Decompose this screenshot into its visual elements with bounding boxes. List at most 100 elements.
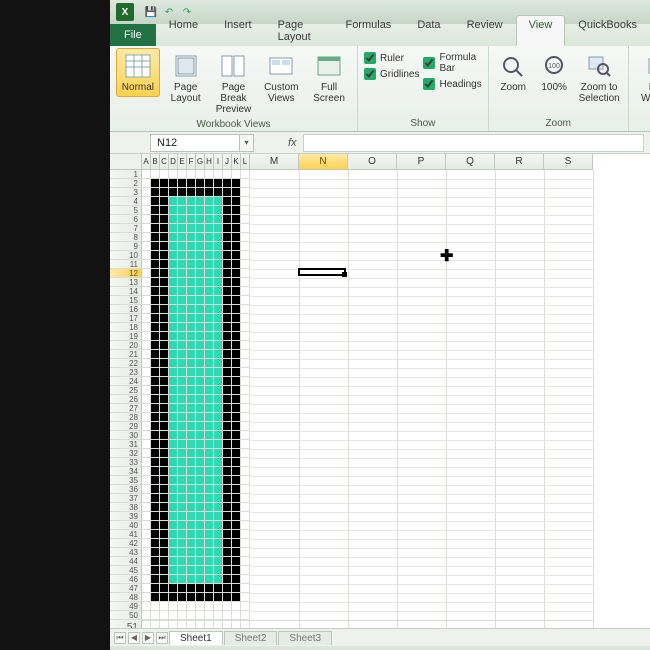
cell[interactable] (241, 413, 250, 422)
worksheet-grid[interactable]: ABCDEFGHIJKLMNOPQRS 12345678910111213141… (110, 154, 650, 628)
cell[interactable] (142, 395, 151, 404)
cell[interactable] (214, 170, 223, 179)
cell[interactable] (142, 593, 151, 602)
cell[interactable] (142, 242, 151, 251)
cell[interactable] (160, 557, 169, 566)
cell[interactable] (241, 386, 250, 395)
cell[interactable] (196, 521, 205, 530)
tab-review[interactable]: Review (454, 15, 516, 46)
cell[interactable] (178, 440, 187, 449)
cell[interactable] (232, 548, 241, 557)
cell[interactable] (223, 251, 232, 260)
cell[interactable] (214, 566, 223, 575)
cell[interactable] (160, 476, 169, 485)
cell[interactable] (169, 449, 178, 458)
cell[interactable] (169, 584, 178, 593)
cell[interactable] (223, 512, 232, 521)
cell[interactable] (223, 458, 232, 467)
cell[interactable] (187, 602, 196, 611)
cell[interactable] (160, 368, 169, 377)
cell[interactable] (187, 494, 196, 503)
cell[interactable] (214, 611, 223, 620)
cell[interactable] (178, 278, 187, 287)
cell[interactable] (160, 449, 169, 458)
tab-nav-next-icon[interactable]: ▶ (142, 632, 154, 644)
col-header[interactable]: C (160, 154, 169, 170)
cell[interactable] (205, 440, 214, 449)
cell[interactable] (223, 467, 232, 476)
cell[interactable] (169, 548, 178, 557)
cell[interactable] (205, 404, 214, 413)
cell[interactable] (169, 314, 178, 323)
cell[interactable] (232, 476, 241, 485)
cell[interactable] (241, 620, 250, 628)
cell[interactable] (223, 611, 232, 620)
cell[interactable] (196, 440, 205, 449)
cell[interactable] (232, 494, 241, 503)
cell[interactable] (205, 467, 214, 476)
cell[interactable] (241, 395, 250, 404)
cell[interactable] (160, 296, 169, 305)
cell[interactable] (241, 575, 250, 584)
cell[interactable] (196, 305, 205, 314)
cell[interactable] (169, 287, 178, 296)
cell[interactable] (151, 422, 160, 431)
cell[interactable] (142, 197, 151, 206)
cell[interactable] (214, 314, 223, 323)
cell[interactable] (223, 449, 232, 458)
cell[interactable] (241, 521, 250, 530)
cell[interactable] (214, 251, 223, 260)
cell[interactable] (160, 611, 169, 620)
cell[interactable] (205, 197, 214, 206)
cell[interactable] (187, 314, 196, 323)
tab-data[interactable]: Data (404, 15, 453, 46)
cell[interactable] (187, 584, 196, 593)
cell[interactable] (232, 530, 241, 539)
cell[interactable] (160, 458, 169, 467)
cell[interactable] (196, 494, 205, 503)
cell[interactable] (178, 602, 187, 611)
cell[interactable] (178, 359, 187, 368)
cell[interactable] (178, 188, 187, 197)
cell[interactable] (142, 260, 151, 269)
cell[interactable] (223, 224, 232, 233)
cell[interactable] (223, 539, 232, 548)
cell[interactable] (187, 458, 196, 467)
cell[interactable] (205, 485, 214, 494)
cell[interactable] (241, 269, 250, 278)
cell[interactable] (187, 485, 196, 494)
cell[interactable] (223, 584, 232, 593)
cell[interactable] (196, 458, 205, 467)
cell[interactable] (241, 359, 250, 368)
cell[interactable] (196, 449, 205, 458)
cell[interactable] (169, 539, 178, 548)
cell[interactable] (232, 179, 241, 188)
cell[interactable] (196, 620, 205, 628)
cell[interactable] (223, 314, 232, 323)
cell[interactable] (187, 233, 196, 242)
cell[interactable] (169, 557, 178, 566)
cell[interactable] (151, 368, 160, 377)
cell[interactable] (160, 548, 169, 557)
cell[interactable] (223, 566, 232, 575)
cell[interactable] (196, 350, 205, 359)
cell[interactable] (214, 584, 223, 593)
headings-checkbox[interactable]: Headings (423, 78, 481, 90)
cell[interactable] (160, 575, 169, 584)
cell[interactable] (232, 287, 241, 296)
tab-view[interactable]: View (516, 15, 566, 46)
cell[interactable] (178, 206, 187, 215)
tab-page-layout[interactable]: Page Layout (265, 15, 333, 46)
cell[interactable] (151, 179, 160, 188)
col-header[interactable]: J (223, 154, 232, 170)
cell[interactable] (232, 296, 241, 305)
cell[interactable] (232, 305, 241, 314)
sheet-tab[interactable]: Sheet3 (278, 631, 332, 645)
cell[interactable] (142, 206, 151, 215)
cell[interactable] (160, 170, 169, 179)
tab-nav-last-icon[interactable]: ⏭ (156, 632, 168, 644)
cell[interactable] (160, 323, 169, 332)
cell[interactable] (160, 188, 169, 197)
cell[interactable] (169, 404, 178, 413)
cell[interactable] (205, 368, 214, 377)
